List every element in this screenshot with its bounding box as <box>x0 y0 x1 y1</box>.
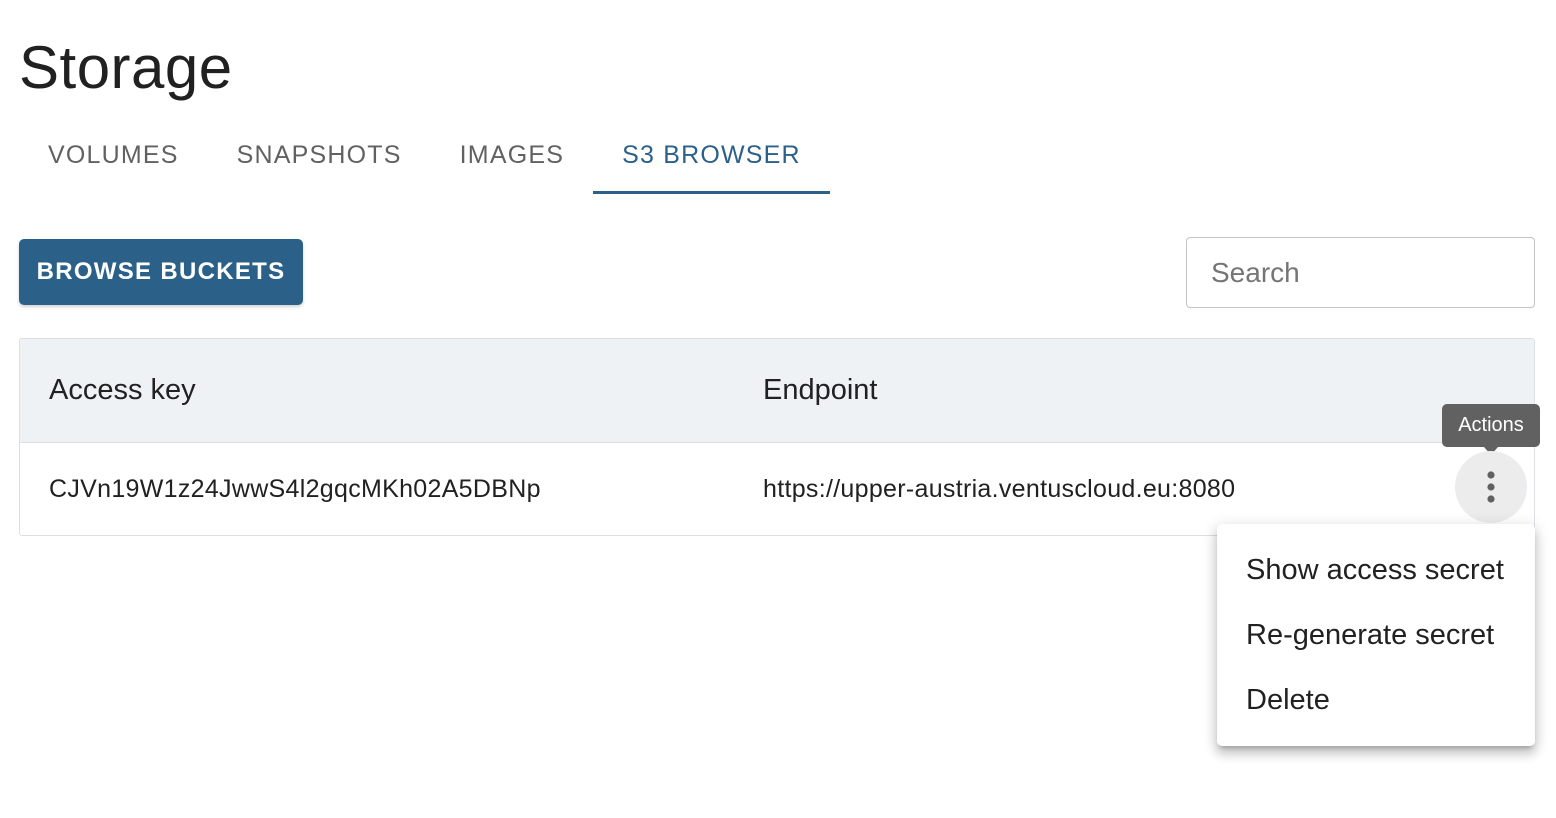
table-row: CJVn19W1z24JwwS4l2gqcMKh02A5DBNp https:/… <box>20 443 1534 535</box>
more-vert-icon <box>1487 471 1495 503</box>
access-key-cell: CJVn19W1z24JwwS4l2gqcMKh02A5DBNp <box>49 475 541 503</box>
access-keys-table: Access key Endpoint CJVn19W1z24JwwS4l2gq… <box>19 338 1535 536</box>
storage-page: Storage VOLUMES SNAPSHOTS IMAGES S3 BROW… <box>0 0 1556 818</box>
actions-menu: Show access secret Re-generate secret De… <box>1217 524 1535 746</box>
page-title: Storage <box>19 34 233 101</box>
tab-images[interactable]: IMAGES <box>431 118 593 192</box>
menu-item-regenerate-secret[interactable]: Re-generate secret <box>1217 603 1535 668</box>
column-header-endpoint[interactable]: Endpoint <box>763 339 878 442</box>
menu-item-show-access-secret[interactable]: Show access secret <box>1217 538 1535 603</box>
storage-tabs: VOLUMES SNAPSHOTS IMAGES S3 BROWSER <box>19 118 830 194</box>
row-actions-button[interactable] <box>1455 451 1527 523</box>
tab-volumes[interactable]: VOLUMES <box>19 118 208 192</box>
table-header: Access key Endpoint <box>20 339 1534 443</box>
tab-s3-browser[interactable]: S3 BROWSER <box>593 118 830 194</box>
search-input[interactable] <box>1186 237 1535 308</box>
actions-tooltip: Actions <box>1442 404 1540 455</box>
menu-item-delete[interactable]: Delete <box>1217 668 1535 733</box>
browse-buckets-button[interactable]: BROWSE BUCKETS <box>19 239 303 305</box>
endpoint-cell: https://upper-austria.ventuscloud.eu:808… <box>763 475 1236 503</box>
tab-snapshots[interactable]: SNAPSHOTS <box>208 118 431 192</box>
column-header-access-key[interactable]: Access key <box>49 339 196 442</box>
